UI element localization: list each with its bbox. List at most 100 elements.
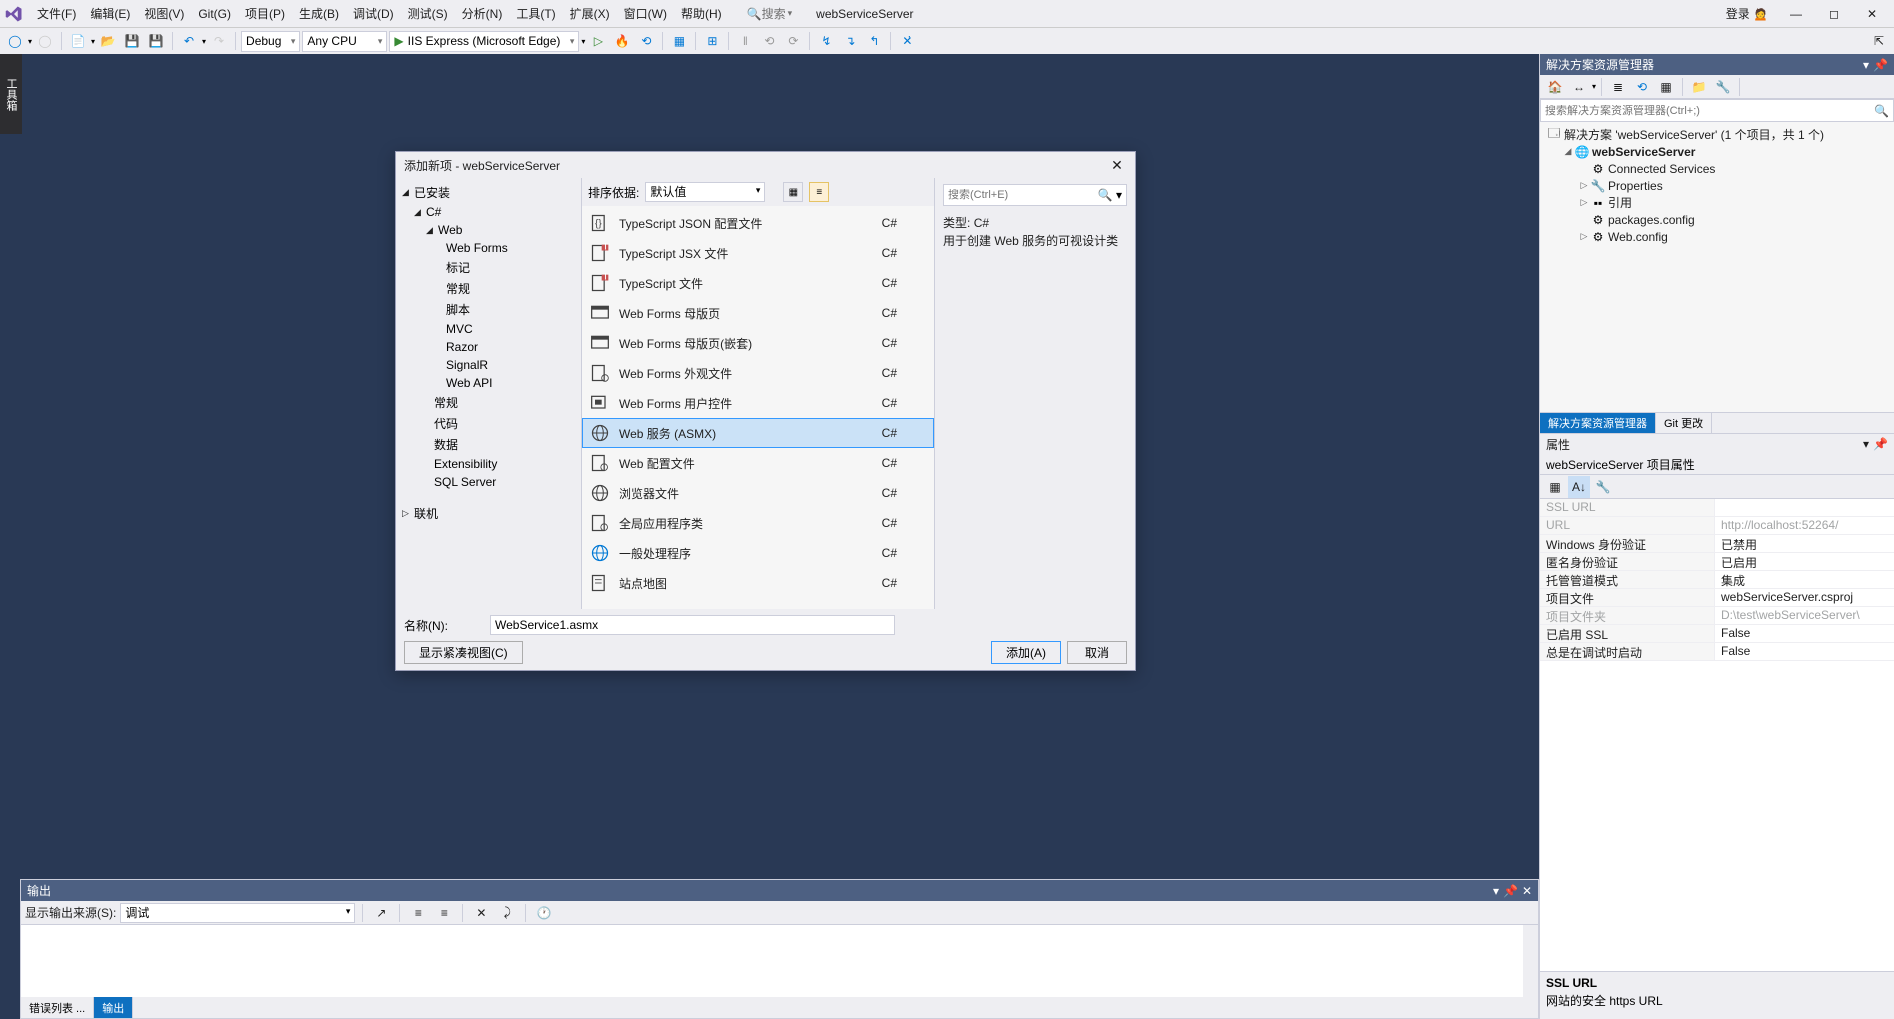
toggle-icon[interactable]: ↔: [1568, 76, 1590, 98]
property-value[interactable]: http://localhost:52264/: [1715, 517, 1894, 534]
property-value[interactable]: False: [1715, 643, 1894, 660]
show-all-icon[interactable]: 📁: [1688, 76, 1710, 98]
menu-view[interactable]: 视图(V): [137, 1, 191, 26]
template-item[interactable]: Web Forms 外观文件C#: [582, 358, 934, 388]
category-item[interactable]: 标记: [396, 257, 581, 278]
tb-icon-2[interactable]: ⊞: [701, 30, 723, 52]
maximize-button[interactable]: ◻: [1816, 2, 1852, 26]
compact-view-button[interactable]: 显示紧凑视图(C): [404, 641, 523, 664]
dialog-search-input[interactable]: [948, 189, 1098, 201]
solution-search-input[interactable]: [1545, 105, 1874, 117]
next-icon[interactable]: ≡: [433, 902, 455, 924]
undo-button[interactable]: ↶: [178, 30, 200, 52]
dropdown-icon[interactable]: ▾: [1493, 884, 1499, 898]
close-icon[interactable]: ✕: [1522, 884, 1532, 898]
property-value[interactable]: 集成: [1715, 571, 1894, 588]
template-item[interactable]: 全局应用程序类C#: [582, 508, 934, 538]
clock-icon[interactable]: 🕐: [533, 902, 555, 924]
category-item[interactable]: Web API: [396, 374, 581, 392]
output-source-combo[interactable]: 调试: [120, 903, 355, 923]
name-input[interactable]: [490, 615, 895, 635]
alpha-icon[interactable]: A↓: [1568, 476, 1590, 498]
tb-icon-1[interactable]: ▦: [668, 30, 690, 52]
start-button[interactable]: ▷: [587, 30, 609, 52]
wrap-icon[interactable]: ⤸: [496, 902, 518, 924]
view-list-button[interactable]: ≡: [809, 182, 829, 202]
live-share-button[interactable]: ⇱: [1868, 30, 1890, 52]
tab-solution-explorer[interactable]: 解决方案资源管理器: [1540, 413, 1656, 433]
tree-item-webconfig[interactable]: ▷ ⚙ Web.config: [1540, 228, 1894, 245]
step-out-button[interactable]: ↰: [863, 30, 885, 52]
pin-icon[interactable]: 📌: [1873, 58, 1888, 72]
nav-forward-button[interactable]: ◯: [34, 30, 56, 52]
props-icon[interactable]: 🔧: [1712, 76, 1734, 98]
category-item[interactable]: 代码: [396, 413, 581, 434]
menu-test[interactable]: 测试(S): [401, 1, 455, 26]
menu-help[interactable]: 帮助(H): [674, 1, 729, 26]
view-tiles-button[interactable]: ▦: [783, 182, 803, 202]
step-into-button[interactable]: ↯: [815, 30, 837, 52]
category-item[interactable]: Web Forms: [396, 239, 581, 257]
property-value[interactable]: 已启用: [1715, 553, 1894, 570]
property-value[interactable]: 已禁用: [1715, 535, 1894, 552]
add-button[interactable]: 添加(A): [991, 641, 1061, 664]
tb-icon-4[interactable]: ⟲: [758, 30, 780, 52]
category-item[interactable]: SQL Server: [396, 473, 581, 491]
new-project-button[interactable]: 📄: [67, 30, 89, 52]
menu-window[interactable]: 窗口(W): [617, 1, 674, 26]
categorize-icon[interactable]: ▦: [1544, 476, 1566, 498]
tab-git-changes[interactable]: Git 更改: [1656, 413, 1712, 433]
tree-item-properties[interactable]: ▷ 🔧 Properties: [1540, 177, 1894, 194]
pin-icon[interactable]: 📌: [1503, 884, 1518, 898]
template-item[interactable]: Web Forms 母版页C#: [582, 298, 934, 328]
template-item[interactable]: TSTypeScript JSX 文件C#: [582, 238, 934, 268]
tb-icon-end[interactable]: ✕̇: [896, 30, 918, 52]
category-item[interactable]: 脚本: [396, 299, 581, 320]
template-item[interactable]: {}TypeScript JSON 配置文件C#: [582, 208, 934, 238]
category-item[interactable]: 数据: [396, 434, 581, 455]
menu-debug[interactable]: 调试(D): [346, 1, 401, 26]
dialog-search[interactable]: 🔍 ▾: [943, 184, 1127, 206]
dropdown-icon[interactable]: ▾: [1863, 437, 1869, 451]
tb-icon-3[interactable]: ‖: [734, 30, 756, 52]
hot-reload-button[interactable]: 🔥: [611, 30, 633, 52]
menu-tools[interactable]: 工具(T): [509, 1, 562, 26]
nav-back-button[interactable]: ◯: [4, 30, 26, 52]
redo-button[interactable]: ↷: [208, 30, 230, 52]
cancel-button[interactable]: 取消: [1067, 641, 1127, 664]
category-installed[interactable]: ◢已安装: [396, 182, 581, 203]
toolbox-tab[interactable]: 工具箱: [0, 54, 22, 134]
dialog-close-button[interactable]: ✕: [1107, 157, 1127, 174]
tab-output[interactable]: 输出: [94, 997, 133, 1018]
sort-combo[interactable]: 默认值: [645, 182, 765, 202]
menu-git[interactable]: Git(G): [191, 3, 238, 25]
property-row[interactable]: 匿名身份验证已启用: [1540, 553, 1894, 571]
project-node[interactable]: ◢ 🌐 webServiceServer: [1540, 143, 1894, 160]
property-row[interactable]: Windows 身份验证已禁用: [1540, 535, 1894, 553]
login-link[interactable]: 登录 🙍: [1718, 1, 1776, 26]
sync-icon[interactable]: ≣: [1607, 76, 1629, 98]
props-wrench-icon[interactable]: 🔧: [1592, 476, 1614, 498]
open-file-button[interactable]: 📂: [97, 30, 119, 52]
tree-item-refs[interactable]: ▷ ▪▪ 引用: [1540, 194, 1894, 211]
template-item[interactable]: Web Forms 用户控件C#: [582, 388, 934, 418]
property-row[interactable]: URLhttp://localhost:52264/: [1540, 517, 1894, 535]
category-item[interactable]: 常规: [396, 278, 581, 299]
global-search[interactable]: 🔍 搜索 ▾: [741, 3, 799, 24]
menu-analyze[interactable]: 分析(N): [455, 1, 510, 26]
category-csharp[interactable]: ◢C#: [396, 203, 581, 221]
property-value[interactable]: [1715, 499, 1894, 516]
template-item[interactable]: Web Forms 母版页(嵌套)C#: [582, 328, 934, 358]
menu-file[interactable]: 文件(F): [30, 1, 83, 26]
tb-icon-5[interactable]: ⟳: [782, 30, 804, 52]
config-combo[interactable]: Debug: [241, 31, 300, 52]
category-item[interactable]: SignalR: [396, 356, 581, 374]
close-button[interactable]: ✕: [1854, 2, 1890, 26]
property-row[interactable]: 已启用 SSLFalse: [1540, 625, 1894, 643]
minimize-button[interactable]: —: [1778, 2, 1814, 26]
menu-build[interactable]: 生成(B): [292, 1, 346, 26]
property-row[interactable]: SSL URL: [1540, 499, 1894, 517]
template-item[interactable]: Web 服务 (ASMX)C#: [582, 418, 934, 448]
template-item[interactable]: Web 配置文件C#: [582, 448, 934, 478]
category-online[interactable]: ▷联机: [396, 503, 581, 524]
